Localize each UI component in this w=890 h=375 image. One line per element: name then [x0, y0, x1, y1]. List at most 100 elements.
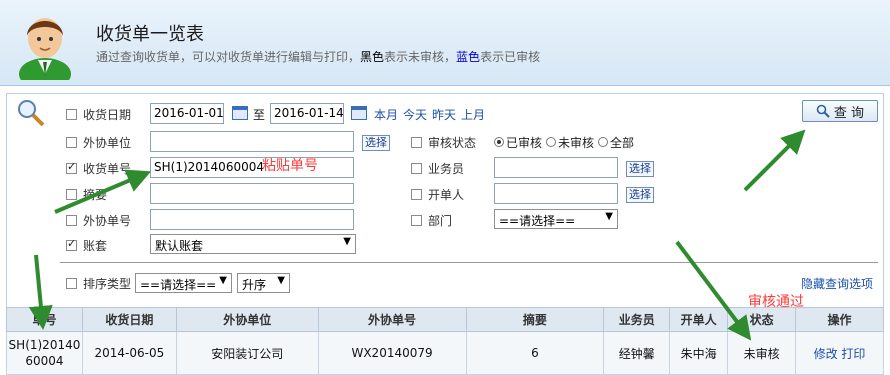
summary-checkbox[interactable] — [66, 188, 77, 200]
edit-link[interactable]: 修改 — [814, 347, 838, 361]
vendor-checkbox[interactable] — [66, 136, 77, 148]
magnifier-icon — [18, 100, 45, 127]
audit-passed-annotation: 审核通过 — [748, 294, 804, 310]
ext-no-label: 外协单号 — [83, 213, 132, 228]
audit-option-label: 全部 — [610, 135, 635, 150]
creator-pick-button[interactable]: 选择 — [626, 187, 654, 203]
account-checkbox[interactable] — [66, 237, 77, 251]
cell-salesman: 经钟馨 — [603, 331, 671, 375]
quick-today-link[interactable]: 今天 — [403, 106, 427, 123]
cell-ext-no: WX20140079 — [317, 331, 467, 375]
col-header-salesman[interactable]: 业务员 — [603, 307, 671, 332]
audit-radio-pending[interactable] — [546, 137, 557, 147]
account-label: 账套 — [83, 238, 108, 253]
date-sep: 至 — [253, 107, 266, 122]
salesman-checkbox[interactable] — [411, 162, 422, 174]
audit-filter: 审核状态 — [411, 131, 476, 153]
chevron-down-icon: ▼ — [219, 275, 227, 286]
cell-vendor: 安阳装订公司 — [175, 331, 319, 375]
calendar-icon[interactable] — [232, 106, 248, 120]
desc-text-suffix: 表示已审核 — [480, 50, 541, 64]
table-row[interactable]: SH(1)2014060004 2014-06-05 安阳装订公司 WX2014… — [6, 331, 884, 375]
ext-no-input[interactable] — [150, 209, 354, 230]
desc-text-mid: 表示未审核， — [384, 50, 457, 64]
salesman-filter: 业务员 — [411, 157, 464, 179]
chevron-down-icon: ▼ — [277, 275, 285, 286]
audit-radio-approved[interactable] — [494, 137, 504, 147]
creator-filter: 开单人 — [411, 183, 464, 205]
salesman-label: 业务员 — [428, 161, 465, 176]
sort-type-value: ==请选择== — [140, 278, 217, 292]
col-header-summary[interactable]: 摘要 — [465, 307, 605, 332]
table-header-row: 单号 收货日期 外协单位 外协单号 摘要 业务员 开单人 状态 操作 — [6, 307, 884, 332]
account-filter: 账套 — [66, 234, 107, 256]
dept-select[interactable]: ==请选择== ▼ — [494, 209, 618, 229]
dept-checkbox[interactable] — [411, 214, 422, 226]
chevron-down-icon: ▼ — [343, 236, 351, 247]
salesman-pick-button[interactable]: 选择 — [626, 161, 654, 177]
cell-status[interactable]: 未审核 — [727, 331, 797, 375]
chevron-down-icon: ▼ — [605, 211, 613, 222]
results-table: 单号 收货日期 外协单位 外协单号 摘要 业务员 开单人 状态 操作 SH(1)… — [6, 307, 884, 375]
sort-type-select[interactable]: ==请选择== ▼ — [135, 273, 232, 293]
col-header-ops[interactable]: 操作 — [795, 307, 884, 332]
quick-dates: 本月 今天 昨天 上月 — [374, 103, 485, 125]
dept-filter: 部门 — [411, 209, 452, 231]
query-button-label: 查 询 — [833, 105, 865, 121]
print-link[interactable]: 打印 — [841, 347, 865, 361]
quick-month-link[interactable]: 本月 — [374, 106, 398, 123]
receipt-no-input[interactable]: SH(1)2014060004 — [150, 157, 354, 178]
search-icon — [816, 104, 830, 118]
creator-input[interactable] — [494, 183, 618, 204]
desc-blue: 蓝色 — [456, 50, 481, 64]
col-header-creator[interactable]: 开单人 — [669, 307, 729, 332]
col-header-status[interactable]: 状态 — [727, 307, 797, 332]
audit-radio-all[interactable] — [598, 137, 609, 147]
sort-order-value: 升序 — [242, 278, 267, 292]
date-label: 收货日期 — [83, 107, 132, 122]
audit-option-label: 已审核 — [506, 135, 543, 150]
creator-label: 开单人 — [428, 187, 465, 202]
paste-hint-annotation: 粘贴单号 — [262, 158, 318, 174]
receipt-no-filter: 收货单号 — [66, 157, 131, 179]
summary-input[interactable] — [150, 183, 354, 204]
page-title: 收货单一览表 — [96, 24, 204, 45]
sort-label: 排序类型 — [83, 276, 132, 291]
date-checkbox[interactable] — [66, 108, 77, 120]
col-header-no[interactable]: 单号 — [6, 307, 83, 332]
date-to-input[interactable]: 2016-01-14 — [270, 103, 344, 124]
col-header-date[interactable]: 收货日期 — [81, 307, 177, 332]
creator-checkbox[interactable] — [411, 188, 422, 200]
vendor-input[interactable] — [150, 131, 354, 152]
col-header-vendor[interactable]: 外协单位 — [175, 307, 319, 332]
dept-select-value: ==请选择== — [499, 214, 576, 228]
receipt-no-label: 收货单号 — [83, 161, 132, 176]
user-avatar-icon — [19, 18, 71, 80]
ext-no-checkbox[interactable] — [66, 214, 77, 226]
quick-yesterday-link[interactable]: 昨天 — [432, 106, 456, 123]
cell-no: SH(1)2014060004 — [6, 331, 83, 375]
quick-lastmonth-link[interactable]: 上月 — [461, 106, 485, 123]
summary-filter: 摘要 — [66, 183, 107, 205]
sort-order-select[interactable]: 升序 ▼ — [237, 273, 290, 293]
sort-checkbox[interactable] — [66, 277, 77, 289]
date-filter: 收货日期 — [66, 103, 131, 125]
audit-option-label: 未审核 — [558, 135, 595, 150]
receipt-no-checkbox[interactable] — [66, 160, 77, 174]
hide-options-link[interactable]: 隐藏查询选项 — [801, 272, 873, 294]
date-from-input[interactable]: 2016-01-01 — [150, 103, 224, 124]
desc-text: 通过查询收货单，可以对收货单进行编辑与打印， — [96, 50, 361, 64]
summary-label: 摘要 — [83, 187, 108, 202]
sort-filter: 排序类型 — [66, 272, 131, 294]
account-select[interactable]: 默认账套 ▼ — [150, 234, 356, 254]
cell-creator: 朱中海 — [669, 331, 729, 375]
query-button[interactable]: 查 询 — [802, 100, 878, 122]
cell-ops: 修改 打印 — [795, 331, 884, 375]
vendor-pick-button[interactable]: 选择 — [362, 135, 390, 151]
page-description: 通过查询收货单，可以对收货单进行编辑与打印，黑色表示未审核，蓝色表示已审核 — [96, 48, 540, 65]
audit-checkbox[interactable] — [411, 136, 422, 148]
cell-summary: 6 — [465, 331, 605, 375]
col-header-ext-no[interactable]: 外协单号 — [317, 307, 467, 332]
salesman-input[interactable] — [494, 157, 618, 178]
calendar-icon[interactable] — [351, 106, 367, 120]
